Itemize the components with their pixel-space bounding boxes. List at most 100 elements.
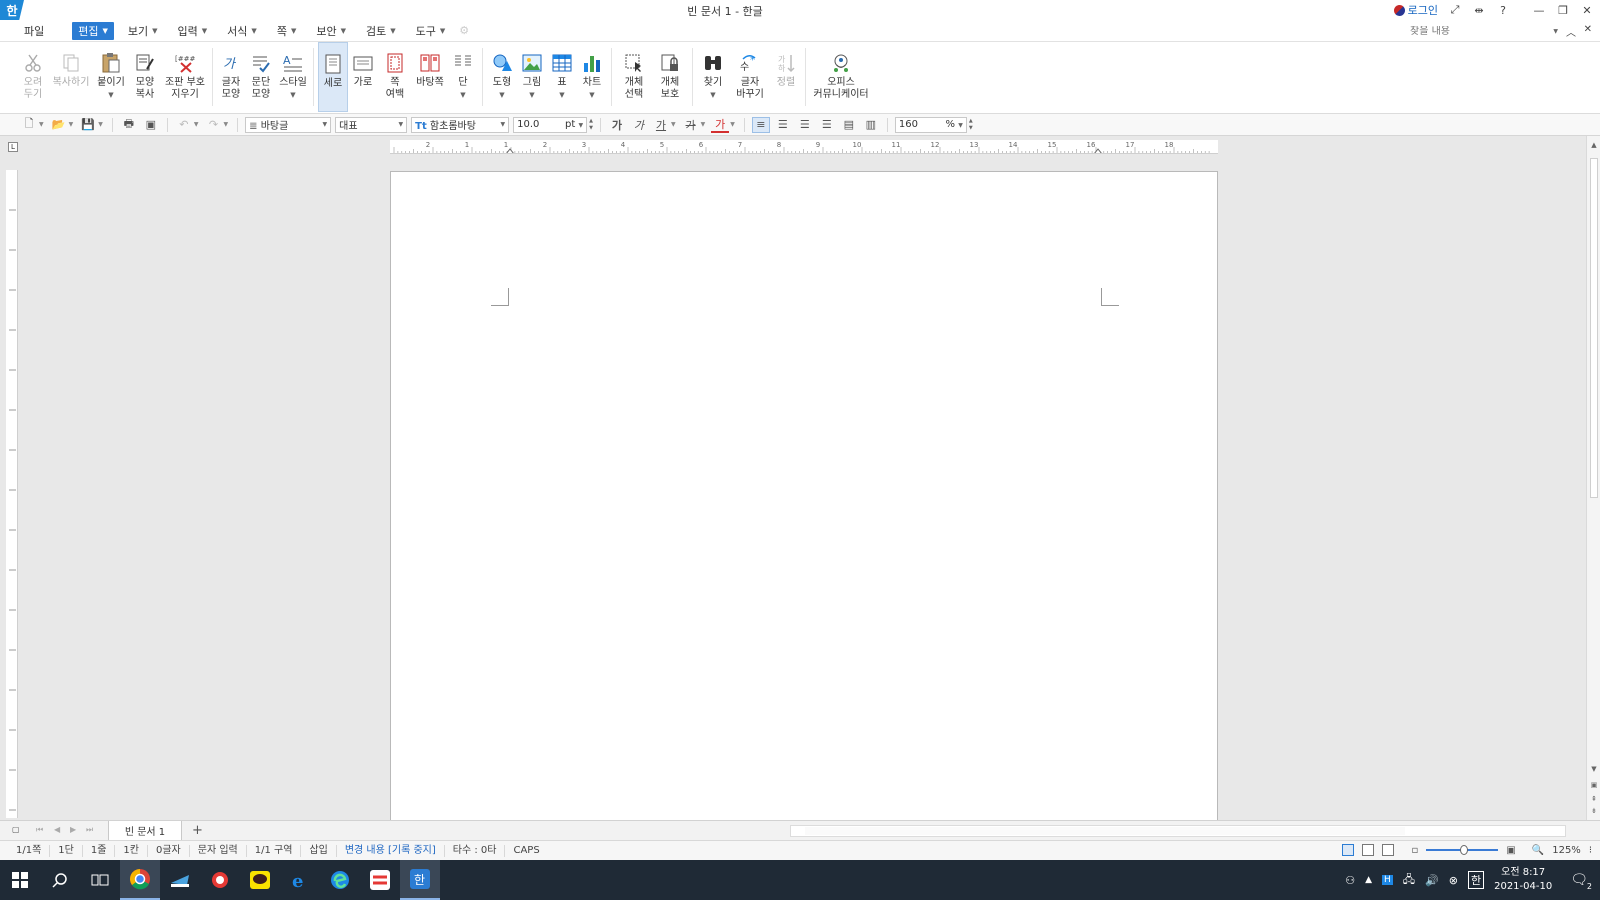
- char-shape-button[interactable]: 가 글자 모양: [217, 42, 245, 112]
- page-margin-button[interactable]: 쪽 여백: [378, 42, 412, 112]
- restore-button[interactable]: ❐: [1556, 4, 1570, 17]
- chevron-down-icon[interactable]: ▼: [1553, 28, 1558, 35]
- fit-width-icon[interactable]: ⇹: [1472, 4, 1486, 17]
- menu-page[interactable]: 쪽 ▼: [271, 22, 303, 40]
- shell-app-icon[interactable]: [160, 860, 200, 900]
- shape-button[interactable]: 도형 ▼: [487, 42, 517, 112]
- justify-align-icon[interactable]: ≡: [751, 116, 770, 133]
- menu-format[interactable]: 서식 ▼: [221, 22, 263, 40]
- menu-tools[interactable]: 도구 ▼: [410, 22, 452, 40]
- master-page-button[interactable]: 바탕쪽: [412, 42, 448, 112]
- chevron-down-icon[interactable]: ▼: [98, 121, 103, 128]
- search-field[interactable]: ▼: [1410, 23, 1558, 39]
- close-doc-icon[interactable]: ✕: [1584, 24, 1592, 35]
- align-center-icon[interactable]: ☰: [796, 117, 814, 133]
- copy-button[interactable]: 복사하기: [48, 42, 94, 112]
- magnifier-icon[interactable]: 🔍: [1532, 845, 1544, 856]
- edge-icon[interactable]: [320, 860, 360, 900]
- font-select[interactable]: Tt 함초롬바탕 ▼: [411, 116, 510, 133]
- people-icon[interactable]: ⚇: [1345, 874, 1355, 887]
- horizontal-ruler[interactable]: 2 1 1 2 3 4 5 6 7 8 9 10 11 12 13 14 15 16 17 18: [390, 140, 1218, 154]
- volume-icon[interactable]: 🔊: [1425, 874, 1439, 887]
- align-left-icon[interactable]: ☰: [774, 117, 792, 133]
- menu-view[interactable]: 보기 ▼: [122, 22, 164, 40]
- show-hidden-icons-icon[interactable]: ▲: [1365, 875, 1372, 885]
- mail-app-icon[interactable]: [200, 860, 240, 900]
- paste-button[interactable]: 붙이기 ▼: [94, 42, 128, 112]
- system-clock[interactable]: 오전 8:17 2021-04-10: [1494, 866, 1552, 894]
- chevron-down-icon[interactable]: ▼: [529, 89, 534, 101]
- help-icon[interactable]: ?: [1496, 4, 1510, 17]
- font-size-spinner[interactable]: ▲ ▼: [589, 118, 593, 132]
- clear-marks-button[interactable]: [###] 조판 부호 지우기: [162, 42, 208, 112]
- landscape-button[interactable]: 가로: [348, 42, 378, 112]
- sort-button[interactable]: 가하 정렬: [771, 42, 801, 112]
- ime-indicator-icon[interactable]: H: [1382, 875, 1393, 885]
- zoom-spinner[interactable]: ▲ ▼: [969, 118, 973, 132]
- network-icon[interactable]: 🖧: [1403, 871, 1415, 890]
- chevron-down-icon[interactable]: ▼: [499, 89, 504, 101]
- vertical-ruler[interactable]: [6, 170, 18, 818]
- scroll-down-icon[interactable]: ▼: [1589, 764, 1599, 774]
- tab-type-selector[interactable]: L: [8, 142, 18, 152]
- ime-language-icon[interactable]: 한: [1467, 871, 1485, 889]
- zoom-select[interactable]: 160% ▼: [894, 116, 967, 133]
- spin-down-icon[interactable]: ▼: [969, 125, 973, 132]
- internet-explorer-icon[interactable]: e: [280, 860, 320, 900]
- zoom-out-icon[interactable]: ▫: [1412, 845, 1419, 856]
- object-protect-button[interactable]: 개체 보호: [652, 42, 688, 112]
- chevron-down-icon[interactable]: ▼: [39, 121, 44, 128]
- chevron-down-icon[interactable]: ▼: [589, 89, 594, 101]
- print-icon[interactable]: 🖶: [120, 117, 138, 133]
- spin-up-icon[interactable]: ▲: [969, 118, 973, 125]
- chevron-down-icon[interactable]: ▼: [108, 89, 113, 101]
- font-color-button[interactable]: 가: [711, 117, 730, 133]
- undo-icon[interactable]: ↶: [175, 117, 193, 133]
- chevron-down-icon[interactable]: ▼: [559, 89, 564, 101]
- italic-button[interactable]: 가: [630, 117, 648, 133]
- chevron-down-icon[interactable]: ▼: [701, 121, 706, 128]
- chevron-down-icon[interactable]: ▼: [730, 121, 735, 128]
- menu-security[interactable]: 보안 ▼: [310, 22, 352, 40]
- next-page-icon[interactable]: ⇟: [1589, 806, 1599, 816]
- menu-edit[interactable]: 편집 ▼: [72, 21, 114, 40]
- vertical-scrollbar[interactable]: ▲ ▼ ▣ ⇞ ⇟: [1586, 136, 1600, 820]
- scroll-thumb[interactable]: [805, 827, 1405, 835]
- font-size-select[interactable]: 10.0 pt ▼: [513, 116, 588, 133]
- underline-button[interactable]: 가: [652, 117, 670, 133]
- zoom-slider[interactable]: [1426, 845, 1499, 855]
- fullscreen-icon[interactable]: ⤢: [1448, 3, 1462, 17]
- search-icon[interactable]: [40, 860, 80, 900]
- find-button[interactable]: 찾기 ▼: [697, 42, 729, 112]
- distribute-align-icon[interactable]: ▤: [840, 117, 858, 133]
- zoom-level[interactable]: 125%: [1552, 845, 1581, 856]
- indent-marker[interactable]: [1094, 148, 1102, 154]
- strikethrough-button[interactable]: 가: [682, 117, 700, 133]
- first-tab-icon[interactable]: ⏮: [36, 825, 43, 835]
- kakaotalk-icon[interactable]: [240, 860, 280, 900]
- status-track-changes[interactable]: 변경 내용 [기록 중지]: [337, 844, 445, 857]
- view-page-icon[interactable]: [1341, 844, 1354, 856]
- save-icon[interactable]: 💾: [79, 117, 97, 133]
- page-view-icon[interactable]: ▣: [1589, 780, 1599, 790]
- login-button[interactable]: 로그인: [1393, 2, 1438, 18]
- scroll-up-icon[interactable]: ▲: [1589, 140, 1599, 150]
- close-button[interactable]: ✕: [1580, 4, 1594, 17]
- language-select[interactable]: 대표 ▼: [335, 116, 408, 133]
- chrome-icon[interactable]: [120, 860, 160, 900]
- menu-insert[interactable]: 입력 ▼: [172, 22, 214, 40]
- next-tab-icon[interactable]: ▶: [70, 825, 76, 834]
- tab-document-1[interactable]: 빈 문서 1: [108, 821, 182, 841]
- scroll-thumb[interactable]: [1590, 158, 1598, 498]
- notification-center-icon[interactable]: 🗨 2: [1570, 872, 1592, 891]
- tab-list-icon[interactable]: ▢: [12, 825, 20, 834]
- chevron-down-icon[interactable]: ▼: [224, 121, 229, 128]
- style-select[interactable]: ≣ 바탕글 ▼: [245, 116, 332, 133]
- windows-start-icon[interactable]: [0, 860, 40, 900]
- menu-review[interactable]: 검토 ▼: [360, 22, 402, 40]
- status-page[interactable]: 1/1쪽: [8, 844, 51, 857]
- collapse-ribbon-icon[interactable]: ︿: [1566, 24, 1576, 39]
- zoom-slider-knob[interactable]: [1460, 845, 1469, 855]
- open-folder-icon[interactable]: 📂: [50, 117, 68, 133]
- replace-button[interactable]: 수 * 글자 바꾸기: [729, 42, 771, 112]
